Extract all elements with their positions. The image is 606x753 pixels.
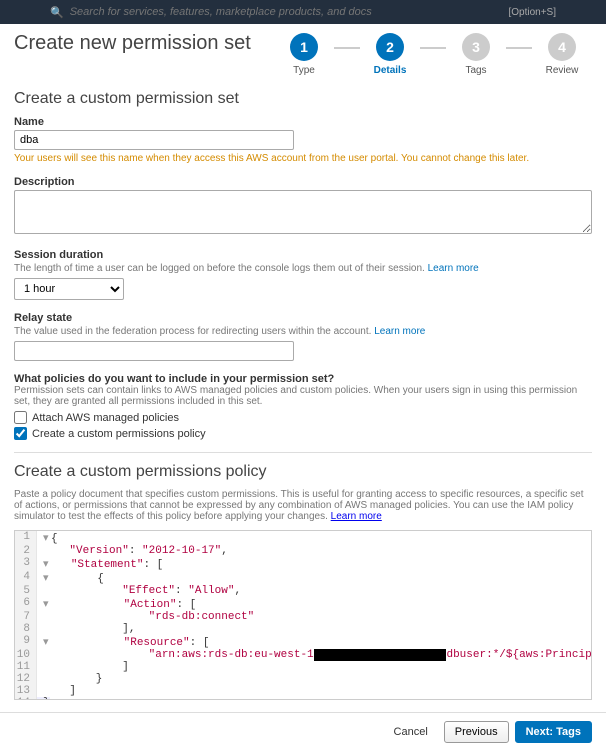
cancel-button[interactable]: Cancel — [384, 721, 438, 743]
wizard-step-review[interactable]: 4 Review — [532, 33, 592, 76]
description-input[interactable] — [14, 190, 592, 234]
session-duration-select[interactable]: 1 hour — [14, 278, 124, 300]
policy-code-editor[interactable]: 1▾{ 2 "Version": "2012-10-17", 3▾ "State… — [14, 530, 592, 700]
step-circle: 1 — [290, 33, 318, 61]
name-input[interactable] — [14, 130, 294, 150]
search-input[interactable] — [70, 6, 503, 18]
policy-learn-more-link[interactable]: Learn more — [331, 511, 382, 522]
relay-learn-more-link[interactable]: Learn more — [374, 326, 425, 337]
name-label: Name — [14, 116, 592, 128]
step-circle: 2 — [376, 33, 404, 61]
relay-state-block: Relay state The value used in the federa… — [14, 312, 592, 361]
search-shortcut: [Option+S] — [508, 7, 556, 18]
wizard-step-details[interactable]: 2 Details — [360, 33, 420, 76]
create-custom-checkbox-row[interactable]: Create a custom permissions policy — [14, 427, 592, 440]
wizard-step-tags[interactable]: 3 Tags — [446, 33, 506, 76]
step-circle: 3 — [462, 33, 490, 61]
name-field-block: Name Your users will see this name when … — [14, 116, 592, 164]
wizard-footer: Cancel Previous Next: Tags — [0, 712, 606, 753]
policies-block: What policies do you want to include in … — [14, 373, 592, 440]
name-warning: Your users will see this name when they … — [14, 153, 592, 164]
step-label: Details — [374, 65, 407, 76]
policies-question: What policies do you want to include in … — [14, 373, 592, 385]
attach-managed-checkbox[interactable] — [14, 411, 27, 424]
previous-button[interactable]: Previous — [444, 721, 509, 743]
section-custom-policy-title: Create a custom permissions policy — [14, 452, 592, 481]
top-nav-bar: 🔍 [Option+S] — [0, 0, 606, 24]
create-custom-label: Create a custom permissions policy — [32, 428, 206, 440]
policy-help-text: Paste a policy document that specifies c… — [14, 489, 592, 522]
description-label: Description — [14, 176, 592, 188]
session-label: Session duration — [14, 249, 592, 261]
step-label: Review — [546, 65, 579, 76]
attach-managed-checkbox-row[interactable]: Attach AWS managed policies — [14, 411, 592, 424]
step-label: Tags — [465, 65, 486, 76]
next-button[interactable]: Next: Tags — [515, 721, 592, 743]
step-connector — [334, 47, 360, 49]
relay-state-input[interactable] — [14, 341, 294, 361]
relay-help: The value used in the federation process… — [14, 326, 592, 337]
attach-managed-label: Attach AWS managed policies — [32, 412, 179, 424]
policies-help: Permission sets can contain links to AWS… — [14, 385, 592, 407]
step-connector — [506, 47, 532, 49]
session-help: The length of time a user can be logged … — [14, 263, 592, 274]
step-label: Type — [293, 65, 315, 76]
step-connector — [420, 47, 446, 49]
create-custom-checkbox[interactable] — [14, 427, 27, 440]
session-duration-block: Session duration The length of time a us… — [14, 249, 592, 300]
wizard-step-type[interactable]: 1 Type — [274, 33, 334, 76]
section-custom-set-title: Create a custom permission set — [14, 86, 592, 108]
wizard-steps: 1 Type 2 Details 3 Tags 4 Review — [274, 33, 592, 76]
description-field-block: Description — [14, 176, 592, 237]
step-circle: 4 — [548, 33, 576, 61]
redacted-account-id: xxxxxxxx — [314, 649, 447, 661]
global-search[interactable]: 🔍 [Option+S] — [50, 6, 556, 19]
session-learn-more-link[interactable]: Learn more — [428, 263, 479, 274]
search-icon: 🔍 — [50, 6, 64, 19]
relay-label: Relay state — [14, 312, 592, 324]
